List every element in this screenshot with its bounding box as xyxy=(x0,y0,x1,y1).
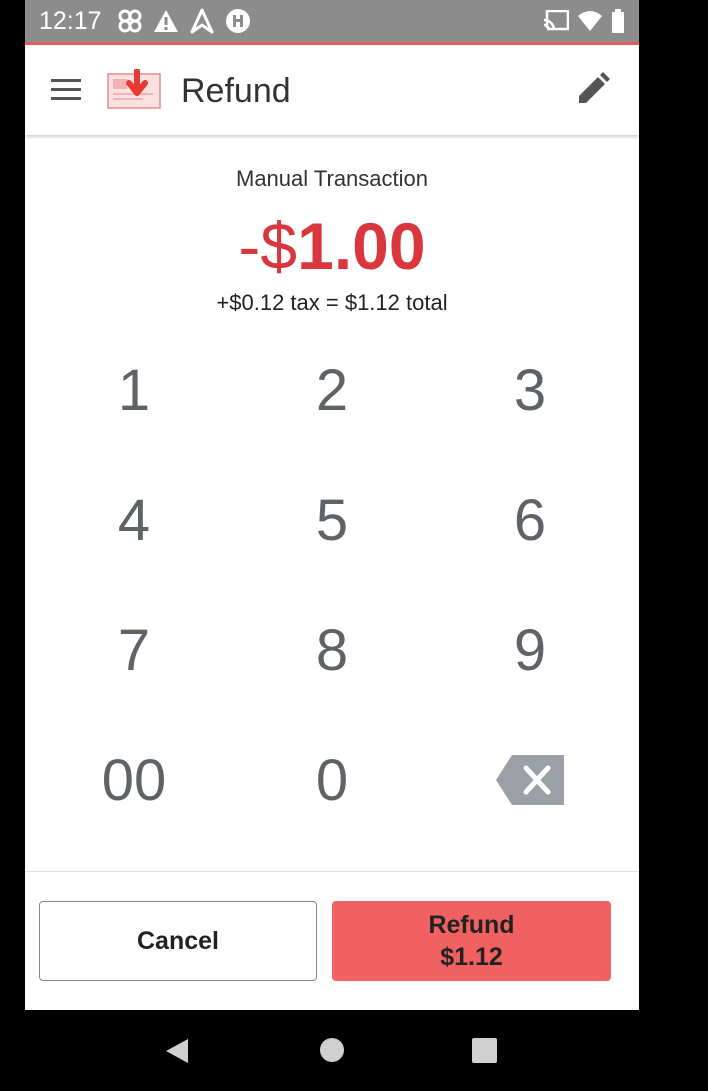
key-2[interactable]: 2 xyxy=(233,325,431,455)
app-bar: Refund xyxy=(25,45,639,135)
refund-button-label: Refund xyxy=(428,911,515,939)
alert-badge-icon xyxy=(225,8,251,34)
battery-icon xyxy=(611,9,625,33)
divider xyxy=(25,871,639,872)
recents-icon[interactable] xyxy=(472,1038,497,1063)
tax-total-line: +$0.12 tax = $1.12 total xyxy=(216,290,448,315)
status-notification-icons xyxy=(117,6,251,36)
status-time: 12:17 xyxy=(39,7,102,35)
key-9[interactable]: 9 xyxy=(431,585,629,715)
refund-amount: -$1.00 xyxy=(25,206,639,286)
key-7[interactable]: 7 xyxy=(35,585,233,715)
key-1[interactable]: 1 xyxy=(35,325,233,455)
key-6[interactable]: 6 xyxy=(431,455,629,585)
key-00[interactable]: 00 xyxy=(35,715,233,845)
cast-icon xyxy=(543,10,569,32)
refund-card-icon xyxy=(107,68,161,109)
fan-icon xyxy=(117,8,143,34)
amount-value: 1.00 xyxy=(297,209,426,283)
transaction-type-label: Manual Transaction xyxy=(236,166,428,191)
key-8[interactable]: 8 xyxy=(233,585,431,715)
key-3[interactable]: 3 xyxy=(431,325,629,455)
wifi-icon xyxy=(577,10,603,32)
device-frame: 12:17 Refund Manual Transaction -$1.00 +… xyxy=(0,0,708,1091)
navigation-bar xyxy=(0,1010,708,1091)
home-icon[interactable] xyxy=(319,1037,345,1063)
pencil-icon[interactable] xyxy=(575,71,611,107)
navigation-icon xyxy=(189,8,215,34)
backspace-button[interactable] xyxy=(431,715,629,845)
cancel-button[interactable]: Cancel xyxy=(39,901,317,981)
status-system-icons xyxy=(543,6,625,36)
amount-currency: $ xyxy=(260,209,298,283)
back-icon[interactable] xyxy=(164,1037,190,1065)
warning-icon xyxy=(153,9,179,33)
backspace-icon xyxy=(496,755,564,805)
refund-button-amount: $1.12 xyxy=(440,943,503,971)
hamburger-menu-icon[interactable] xyxy=(49,75,83,105)
refund-button[interactable]: Refund $1.12 xyxy=(332,901,611,981)
key-5[interactable]: 5 xyxy=(233,455,431,585)
numeric-keypad: 1 2 3 4 5 6 7 8 9 00 0 xyxy=(35,325,629,845)
page-title: Refund xyxy=(181,72,291,110)
app-screen: 12:17 Refund Manual Transaction -$1.00 +… xyxy=(25,0,639,1010)
status-bar: 12:17 xyxy=(25,0,639,45)
key-0[interactable]: 0 xyxy=(233,715,431,845)
amount-sign: - xyxy=(238,209,261,283)
key-4[interactable]: 4 xyxy=(35,455,233,585)
